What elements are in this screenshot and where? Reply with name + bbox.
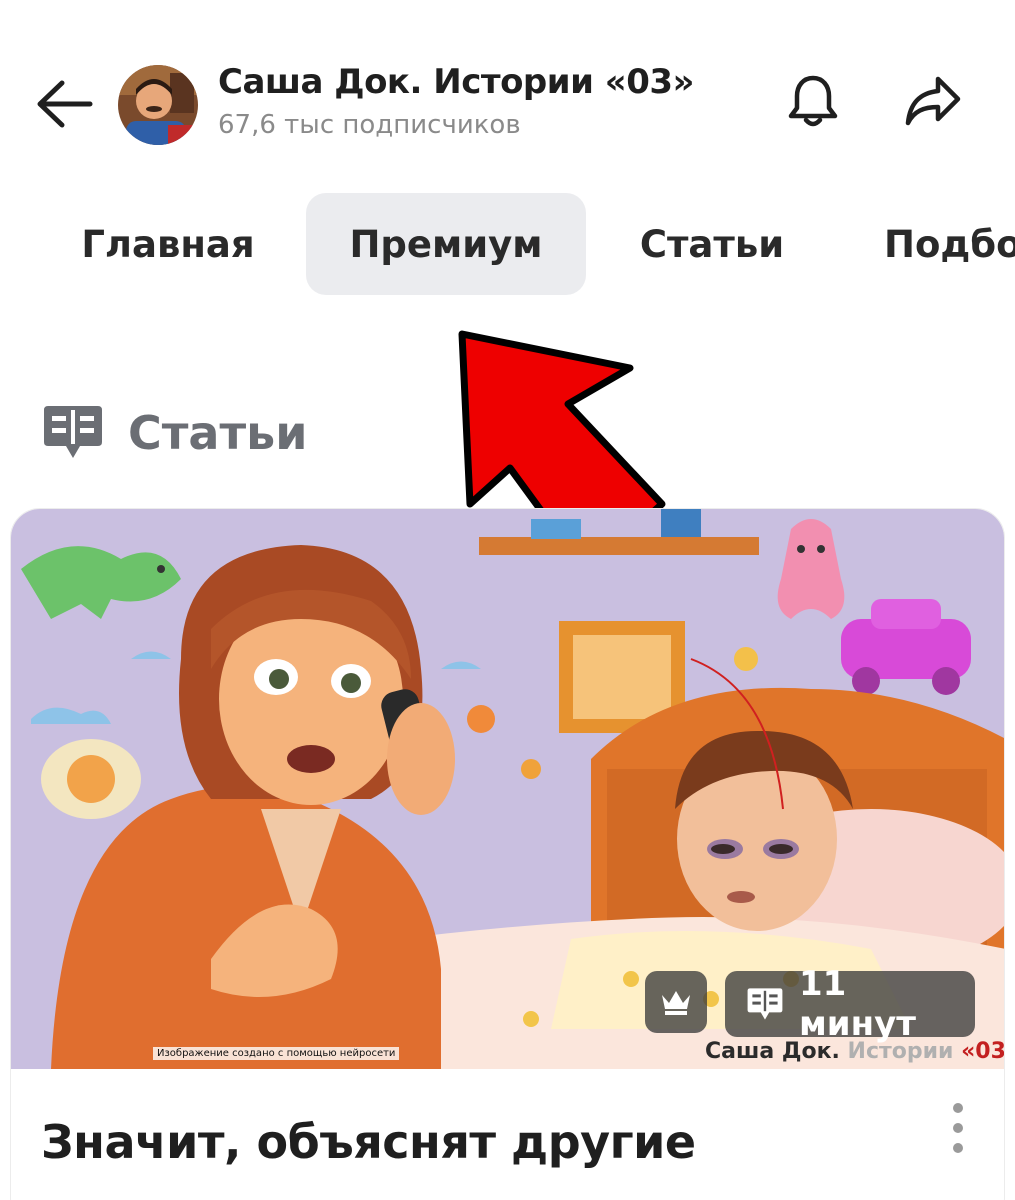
image-watermark: Саша Док. Истории «03» [705, 1039, 1005, 1064]
back-button[interactable] [28, 72, 100, 136]
crown-icon [662, 991, 690, 1015]
dot-icon [953, 1143, 963, 1153]
tab-main[interactable]: Главная [66, 193, 270, 295]
read-time-label: 11 минут [798, 964, 916, 1044]
notifications-button[interactable] [778, 70, 848, 134]
article-cover-image: 11 минут Изображение создано с помощью н… [11, 509, 1005, 1069]
share-button[interactable] [898, 70, 968, 134]
subscriber-count: 67,6 тыс подписчиков [218, 110, 521, 140]
ai-image-caption: Изображение создано с помощью нейросети [153, 1047, 400, 1060]
bell-icon [788, 75, 838, 127]
article-icon [747, 988, 783, 1020]
tab-premium[interactable]: Премиум [306, 193, 586, 295]
tab-collections[interactable]: Подбо [862, 193, 1015, 295]
tab-articles[interactable]: Статьи [620, 193, 804, 295]
share-icon [905, 76, 961, 126]
section-title: Статьи [128, 406, 308, 460]
channel-title[interactable]: Саша Док. Истории «03» [218, 62, 695, 102]
more-options-button[interactable] [941, 1103, 975, 1153]
dot-icon [953, 1123, 963, 1133]
article-icon [44, 406, 102, 458]
channel-tabs: Главная Премиум Статьи Подбо [0, 193, 1015, 295]
channel-avatar[interactable] [118, 65, 198, 145]
arrow-left-icon [37, 80, 93, 128]
article-card[interactable]: 11 минут Изображение создано с помощью н… [10, 508, 1005, 1200]
premium-badge [645, 971, 707, 1033]
dot-icon [953, 1103, 963, 1113]
article-title[interactable]: Значит, объяснят другие [41, 1115, 696, 1169]
read-time-badge: 11 минут [725, 964, 975, 1044]
